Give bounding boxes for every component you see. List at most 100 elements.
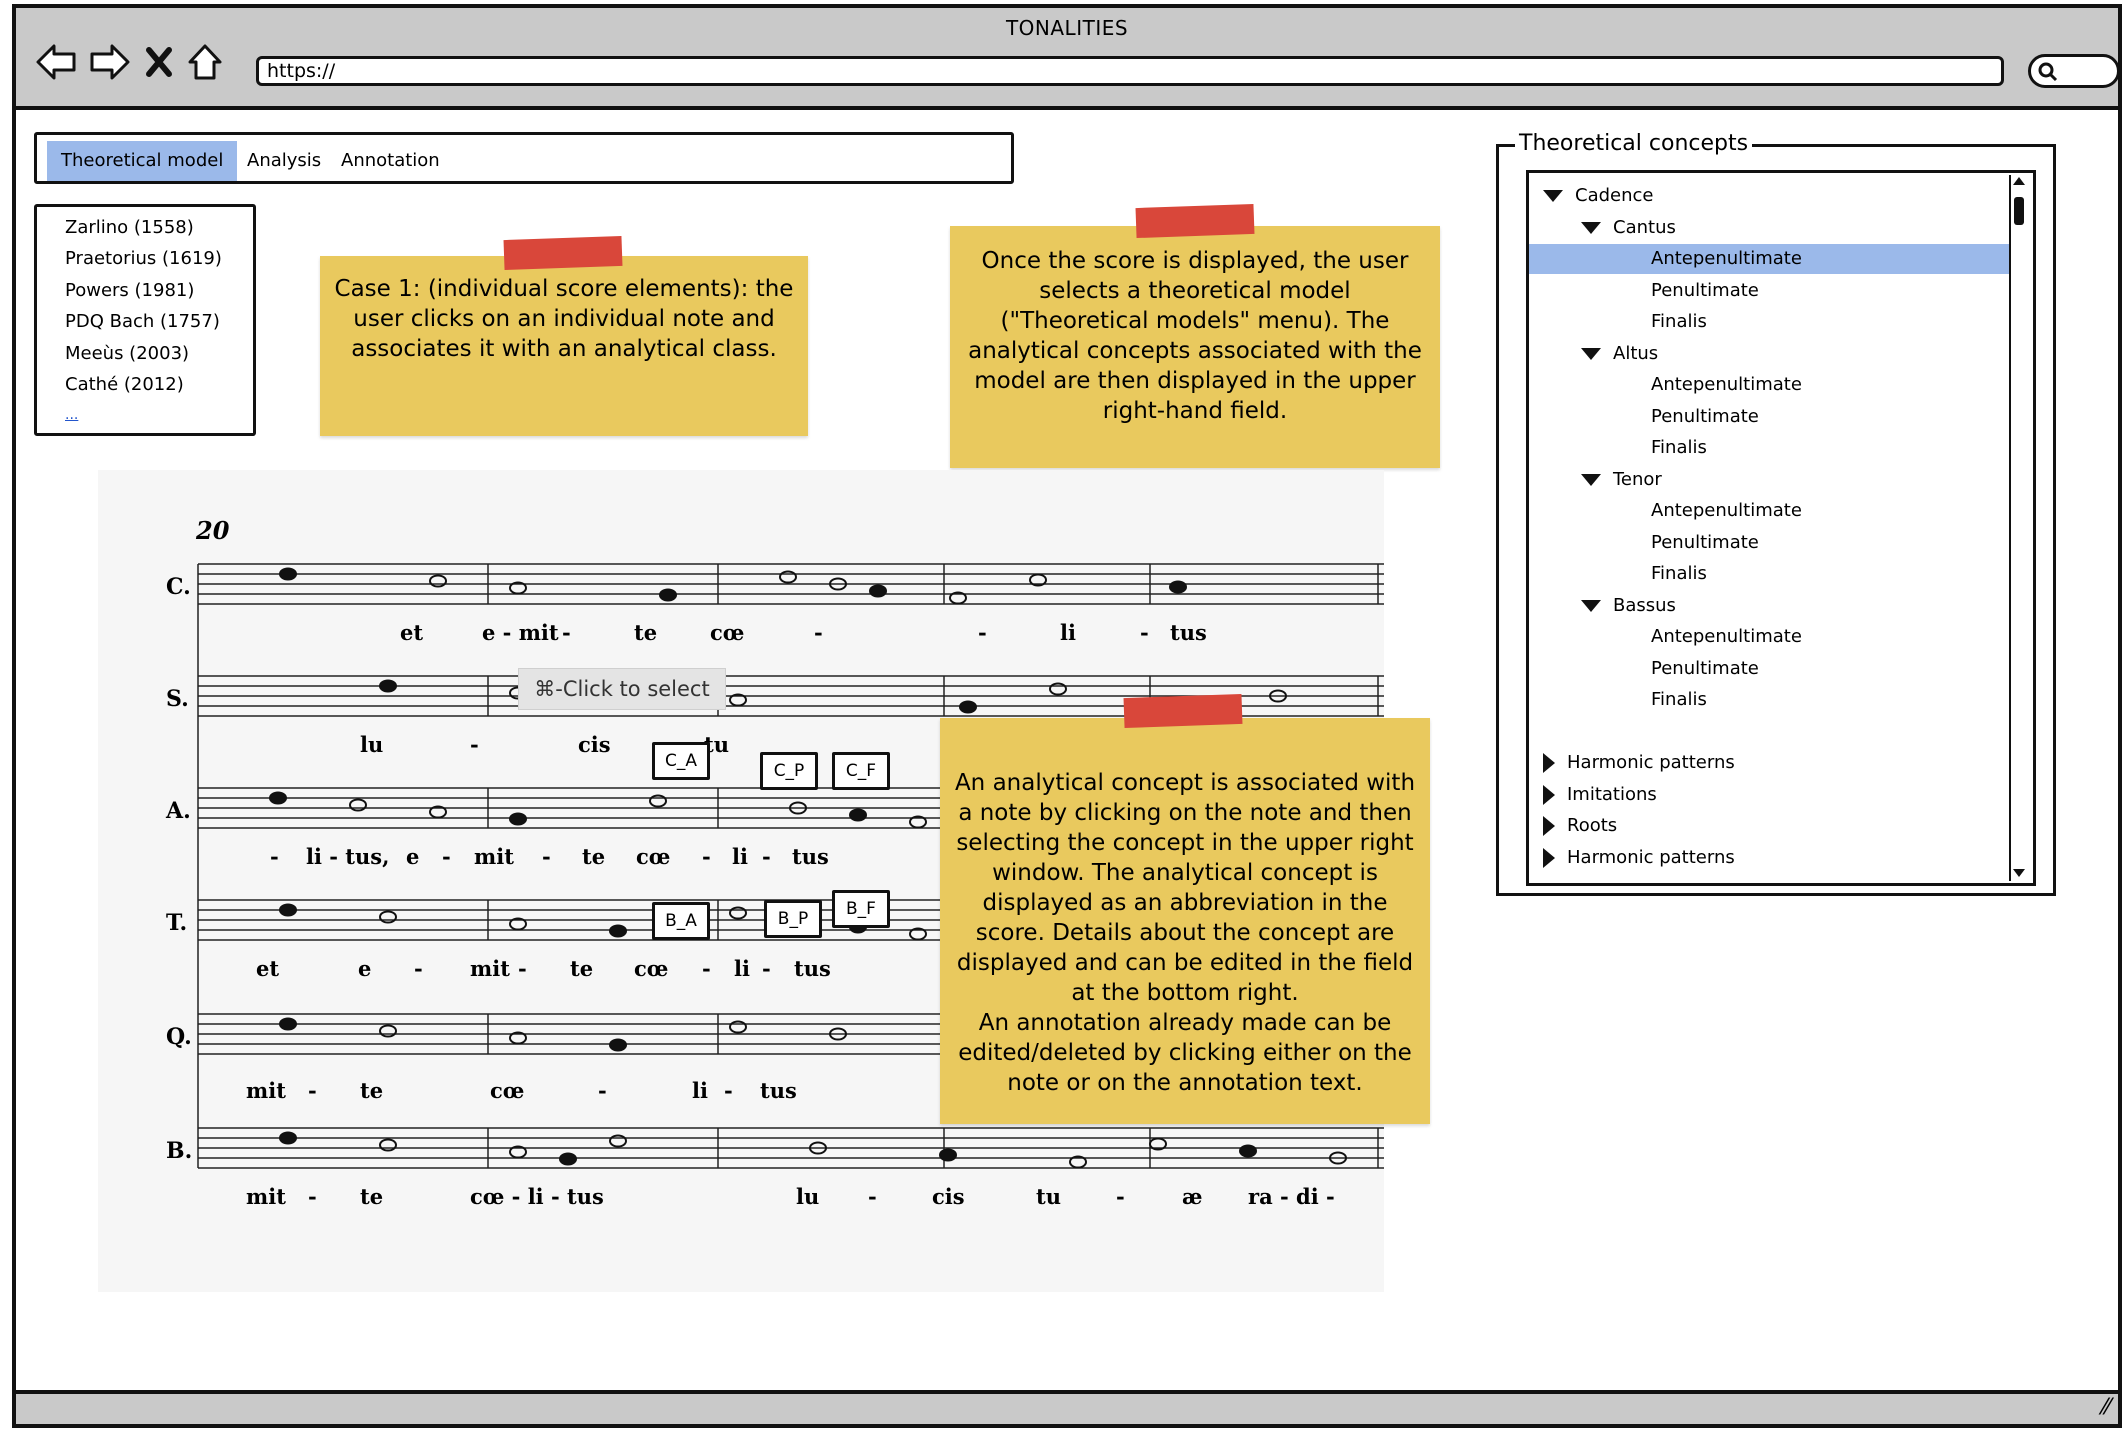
triangle-down-icon[interactable] xyxy=(1581,599,1601,612)
annotation-tag-c-a[interactable]: C_A xyxy=(652,742,710,780)
tree-item[interactable]: Penultimate xyxy=(1529,654,2009,684)
tree-item[interactable]: Penultimate xyxy=(1529,528,2009,558)
tree-item[interactable]: Antepenultimate xyxy=(1529,244,2009,274)
close-icon[interactable] xyxy=(144,42,174,82)
lyric-syllable: te xyxy=(360,1078,384,1103)
lyric-syllable: tus xyxy=(1170,620,1207,645)
note-head xyxy=(939,1148,957,1162)
annotation-tag-c-f[interactable]: C_F xyxy=(832,752,890,790)
list-item-model[interactable]: Meeùs (2003) xyxy=(65,343,189,364)
note-head xyxy=(869,584,887,598)
lyric-syllable: - xyxy=(978,620,987,645)
tab-analysis[interactable]: Analysis xyxy=(233,141,335,181)
triangle-right-icon[interactable] xyxy=(1543,784,1555,805)
home-icon[interactable] xyxy=(186,42,224,82)
lyric-syllable: tus xyxy=(792,844,829,869)
sticky-note-case1: Case 1: (individual score elements): the… xyxy=(320,256,808,436)
list-item-model[interactable]: Zarlino (1558) xyxy=(65,217,194,238)
lyric-syllable: - xyxy=(868,1184,877,1209)
tree-item-label: Antepenultimate xyxy=(1651,626,1802,647)
lyric-syllable: te xyxy=(360,1184,384,1209)
annotation-tag-b-p[interactable]: B_P xyxy=(764,900,822,938)
list-item-model[interactable]: PDQ Bach (1757) xyxy=(65,311,220,332)
voice-label: B. xyxy=(166,1138,193,1164)
tree-item[interactable]: Altus xyxy=(1529,339,2009,369)
tree-item[interactable]: Antepenultimate xyxy=(1529,370,2009,400)
lyric-syllable: mit xyxy=(474,844,514,869)
triangle-right-icon[interactable] xyxy=(1543,816,1555,836)
triangle-down-icon[interactable] xyxy=(1581,221,1601,234)
tree-item[interactable]: Harmonic patterns xyxy=(1529,843,2009,873)
note-head xyxy=(729,906,747,920)
tree-item-label: Penultimate xyxy=(1651,279,1759,301)
tree-item[interactable]: Antepenultimate xyxy=(1529,496,2009,526)
triangle-down-icon[interactable] xyxy=(1543,190,1563,202)
triangle-down-icon[interactable] xyxy=(1581,473,1601,486)
note-head xyxy=(959,700,977,714)
tree-item[interactable]: Roots xyxy=(1529,811,2009,841)
url-input[interactable]: https:// xyxy=(256,56,2004,86)
note-head xyxy=(279,1131,297,1145)
measure-number: 20 xyxy=(196,516,230,545)
annotation-tag-b-f[interactable]: B_F xyxy=(832,890,890,928)
tab-theoretical-model[interactable]: Theoretical model xyxy=(47,141,238,181)
back-arrow-icon[interactable] xyxy=(34,42,78,82)
list-item-model[interactable]: Praetorius (1619) xyxy=(65,248,222,269)
tree-item[interactable]: Finalis xyxy=(1529,685,2009,715)
tree-item-label: Roots xyxy=(1567,815,1618,836)
scroll-thumb[interactable] xyxy=(2014,197,2024,225)
search-field[interactable] xyxy=(2028,54,2120,88)
tree-item[interactable]: Finalis xyxy=(1529,307,2009,337)
tree-item-label: Penultimate xyxy=(1651,405,1759,427)
list-item-model[interactable]: Powers (1981) xyxy=(65,280,194,301)
more-models-link[interactable]: ... xyxy=(65,407,78,423)
lyric-syllable: li - tus, xyxy=(306,844,390,869)
note-head xyxy=(609,1038,627,1052)
tree-item[interactable]: Penultimate xyxy=(1529,402,2009,432)
tree-item[interactable]: Bassus xyxy=(1529,591,2009,621)
tree-item-label: Bassus xyxy=(1613,594,1676,616)
sticky-note-model: Once the score is displayed, the user se… xyxy=(950,226,1440,468)
tree-item[interactable]: Penultimate xyxy=(1529,276,2009,306)
voice-label: Q. xyxy=(166,1024,192,1050)
scroll-up-icon[interactable] xyxy=(2012,175,2026,187)
tree-item[interactable]: Harmonic patterns xyxy=(1529,748,2009,778)
lyric-syllable: cœ xyxy=(636,844,671,869)
tree-item[interactable]: Cantus xyxy=(1529,213,2009,243)
status-bar: ⁄⁄ xyxy=(12,1390,2122,1428)
tree-item[interactable]: Imitations xyxy=(1529,780,2009,810)
resize-grip-icon[interactable]: ⁄⁄ xyxy=(2103,1395,2110,1420)
tree-scrollbar[interactable] xyxy=(2009,175,2027,881)
tree-item-label: Harmonic patterns xyxy=(1567,752,1735,773)
note-head xyxy=(1169,580,1187,594)
triangle-down-icon[interactable] xyxy=(1581,347,1601,360)
lyric-syllable: - xyxy=(562,620,571,645)
list-item-model[interactable]: Cathé (2012) xyxy=(65,374,184,395)
lyric-syllable: li xyxy=(732,844,748,869)
tree-item[interactable]: Finalis xyxy=(1529,559,2009,589)
model-list: Zarlino (1558) Praetorius (1619) Powers … xyxy=(34,204,256,436)
lyric-syllable: - xyxy=(814,620,823,645)
note-head xyxy=(609,924,627,938)
lyric-syllable: e xyxy=(406,844,420,869)
note-text: Case 1: (individual score elements): the… xyxy=(334,276,794,362)
tape-decoration xyxy=(1123,693,1243,729)
triangle-right-icon[interactable] xyxy=(1543,847,1555,868)
concept-tree: Cadence Cantus Antepenultimate Penultimate F… xyxy=(1526,170,2036,886)
window-title: TONALITIES xyxy=(1005,16,1129,40)
annotation-tag-b-a[interactable]: B_A xyxy=(652,902,710,940)
annotation-tag-c-p[interactable]: C_P xyxy=(760,752,818,790)
triangle-right-icon[interactable] xyxy=(1543,753,1555,773)
tape-decoration xyxy=(503,235,623,271)
lyric-syllable: - xyxy=(762,844,771,869)
tree-item[interactable]: Tenor xyxy=(1529,465,2009,495)
tree-item[interactable]: Cadence xyxy=(1529,181,2009,211)
note-head xyxy=(729,1020,747,1034)
tree-item[interactable]: Finalis xyxy=(1529,433,2009,463)
forward-arrow-icon[interactable] xyxy=(88,42,132,82)
tree-item[interactable]: Antepenultimate xyxy=(1529,622,2009,652)
tree-item-label: Tenor xyxy=(1613,468,1662,490)
tab-annotation[interactable]: Annotation xyxy=(327,141,454,181)
scroll-down-icon[interactable] xyxy=(2012,867,2026,879)
tape-decoration xyxy=(1135,203,1255,239)
